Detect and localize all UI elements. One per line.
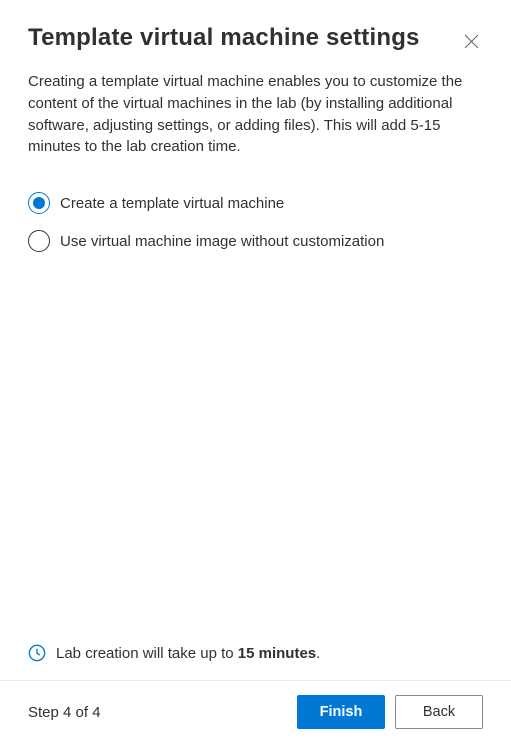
info-text: Lab creation will take up to 15 minutes. bbox=[56, 645, 320, 662]
radio-icon bbox=[28, 192, 50, 214]
close-icon bbox=[464, 34, 479, 49]
close-button[interactable] bbox=[460, 30, 483, 53]
radio-icon bbox=[28, 230, 50, 252]
back-button[interactable]: Back bbox=[395, 695, 483, 729]
info-row: Lab creation will take up to 15 minutes. bbox=[0, 644, 511, 680]
finish-button[interactable]: Finish bbox=[297, 695, 385, 729]
description-text: Creating a template virtual machine enab… bbox=[0, 53, 511, 158]
page-title: Template virtual machine settings bbox=[28, 24, 420, 52]
option-create-template[interactable]: Create a template virtual machine bbox=[28, 184, 483, 222]
option-label: Create a template virtual machine bbox=[60, 195, 284, 212]
clock-icon bbox=[28, 644, 46, 662]
step-indicator: Step 4 of 4 bbox=[28, 704, 297, 721]
option-label: Use virtual machine image without custom… bbox=[60, 233, 384, 250]
options-group: Create a template virtual machine Use vi… bbox=[0, 158, 511, 260]
footer: Step 4 of 4 Finish Back bbox=[0, 680, 511, 747]
option-use-image[interactable]: Use virtual machine image without custom… bbox=[28, 222, 483, 260]
